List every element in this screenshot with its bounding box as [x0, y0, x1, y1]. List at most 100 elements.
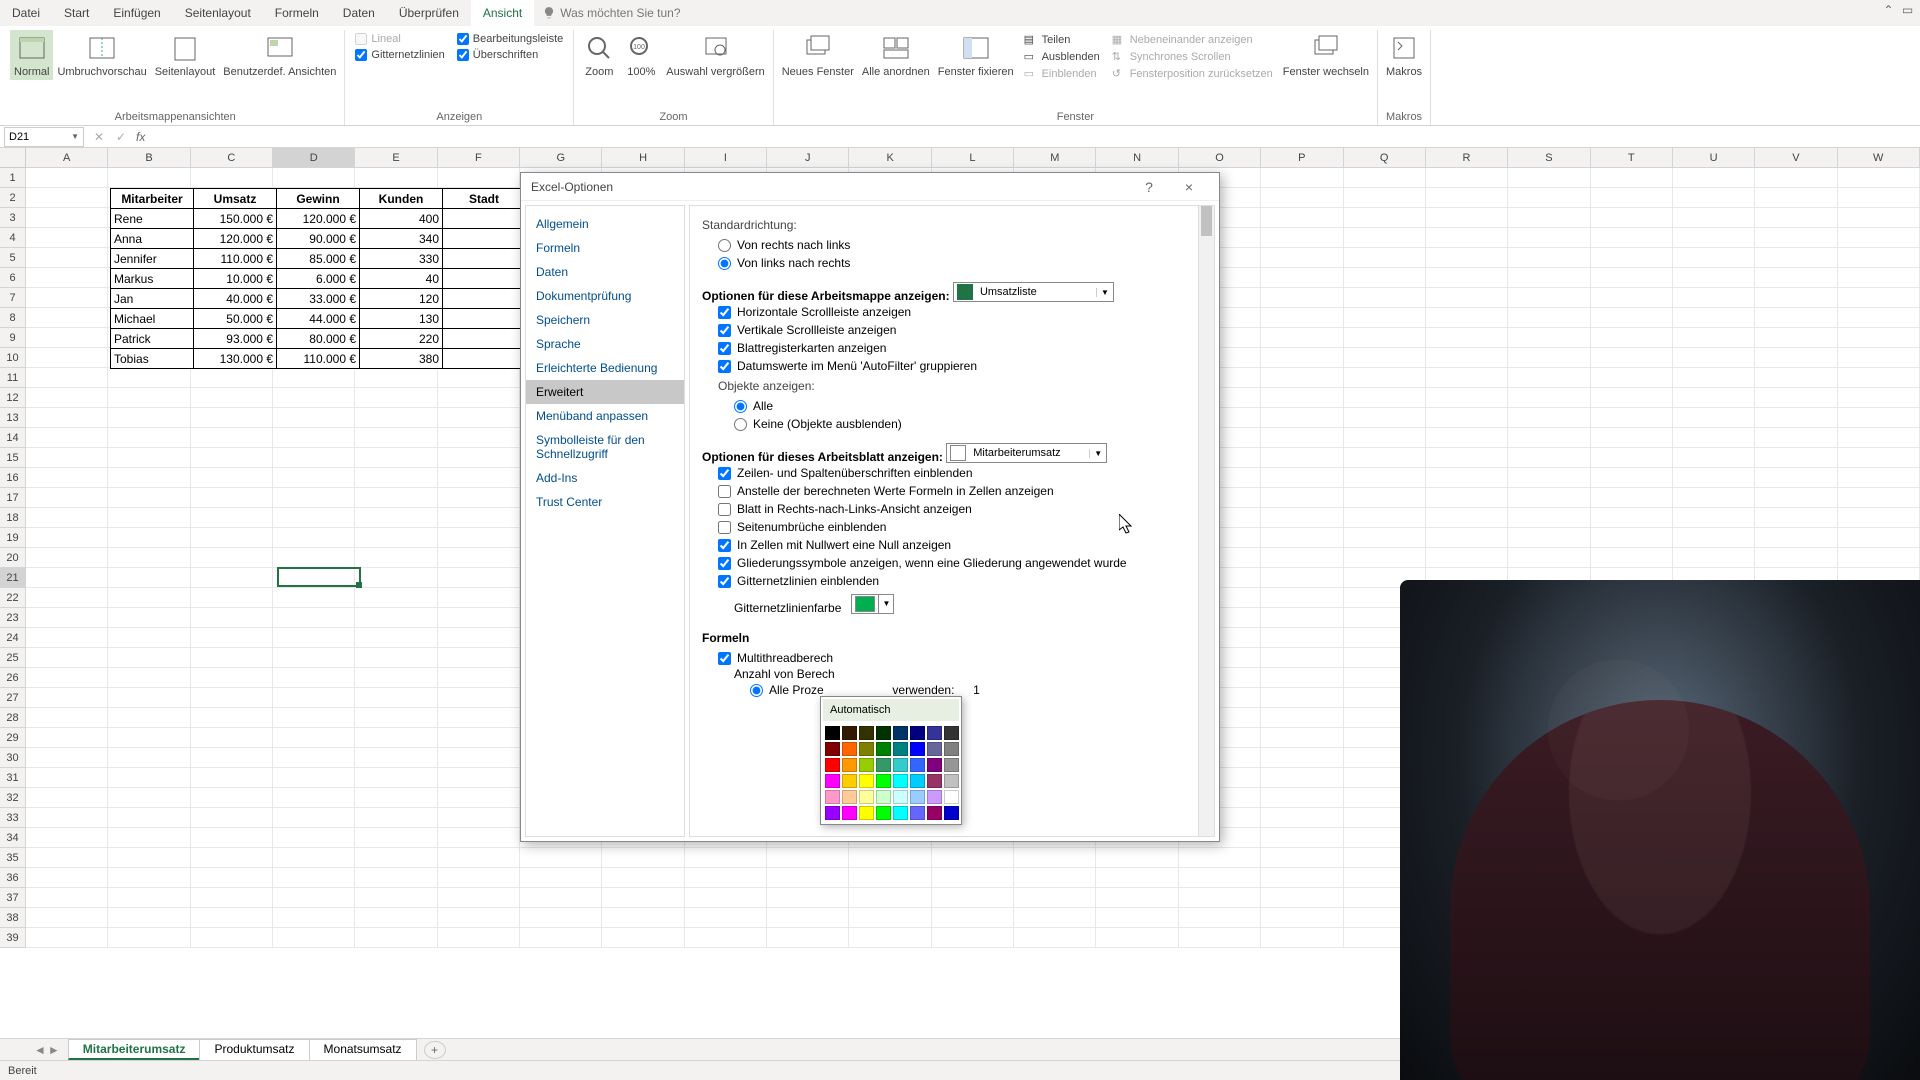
check-ws-gridlines[interactable]: Gitternetzlinien einblenden — [702, 572, 1202, 590]
row-header-18[interactable]: 18 — [0, 508, 25, 528]
col-header-E[interactable]: E — [355, 148, 437, 167]
zoom-100-button[interactable]: 100100% — [620, 30, 662, 80]
row-header-27[interactable]: 27 — [0, 688, 25, 708]
col-header-S[interactable]: S — [1508, 148, 1590, 167]
row-header-28[interactable]: 28 — [0, 708, 25, 728]
options-side-symbolleiste-für-den-schnellzugriff[interactable]: Symbolleiste für den Schnellzugriff — [526, 428, 684, 466]
col-header-T[interactable]: T — [1591, 148, 1673, 167]
dialog-titlebar[interactable]: Excel-Optionen ? × — [521, 173, 1219, 201]
row-header-10[interactable]: 10 — [0, 348, 25, 368]
col-header-V[interactable]: V — [1755, 148, 1837, 167]
arrange-all-button[interactable]: Alle anordnen — [858, 30, 934, 80]
row-header-7[interactable]: 7 — [0, 288, 25, 308]
check-ws-outline[interactable]: Gliederungssymbole anzeigen, wenn eine G… — [702, 554, 1202, 572]
dialog-scrollbar[interactable] — [1198, 206, 1214, 836]
hide-button[interactable]: ▭Ausblenden — [1022, 49, 1102, 64]
formula-accept-icon[interactable]: ✓ — [110, 130, 132, 144]
check-ws-formulas[interactable]: Anstelle der berechneten Werte Formeln i… — [702, 482, 1202, 500]
color-swatch[interactable] — [910, 774, 925, 788]
color-swatch[interactable] — [927, 726, 942, 740]
macros-button[interactable]: Makros — [1382, 30, 1426, 80]
color-swatch[interactable] — [859, 758, 874, 772]
add-sheet-button[interactable]: + — [424, 1041, 446, 1059]
color-swatch[interactable] — [859, 742, 874, 756]
col-header-Q[interactable]: Q — [1344, 148, 1426, 167]
color-swatch[interactable] — [944, 742, 959, 756]
col-header-L[interactable]: L — [932, 148, 1014, 167]
color-swatch[interactable] — [876, 726, 891, 740]
row-header-32[interactable]: 32 — [0, 788, 25, 808]
col-header-M[interactable]: M — [1014, 148, 1096, 167]
color-swatch[interactable] — [825, 774, 840, 788]
check-formula-bar[interactable]: Bearbeitungsleiste — [455, 32, 566, 46]
color-swatch[interactable] — [825, 758, 840, 772]
row-header-19[interactable]: 19 — [0, 528, 25, 548]
tab-einfuegen[interactable]: Einfügen — [101, 0, 172, 26]
sheet-next-icon[interactable]: ► — [48, 1043, 60, 1057]
options-side-trust-center[interactable]: Trust Center — [526, 490, 684, 514]
tell-me-search[interactable]: Was möchten Sie tun? — [534, 0, 688, 26]
col-header-K[interactable]: K — [849, 148, 931, 167]
radio-objects-none[interactable]: Keine (Objekte ausblenden) — [702, 415, 1202, 433]
options-side-add-ins[interactable]: Add-Ins — [526, 466, 684, 490]
color-swatch[interactable] — [876, 806, 891, 820]
options-side-formeln[interactable]: Formeln — [526, 236, 684, 260]
col-header-B[interactable]: B — [108, 148, 190, 167]
color-swatch[interactable] — [944, 790, 959, 804]
color-swatch[interactable] — [910, 790, 925, 804]
sheet-tab-2[interactable]: Monatsumsatz — [309, 1039, 417, 1060]
row-header-12[interactable]: 12 — [0, 388, 25, 408]
color-swatch[interactable] — [944, 758, 959, 772]
radio-direction-rtl[interactable]: Von rechts nach links — [702, 236, 1202, 254]
check-sheet-tabs[interactable]: Blattregisterkarten anzeigen — [702, 339, 1202, 357]
col-header-G[interactable]: G — [520, 148, 602, 167]
gridline-color-button[interactable]: ▼ — [851, 594, 894, 614]
color-swatch[interactable] — [842, 790, 857, 804]
row-header-5[interactable]: 5 — [0, 248, 25, 268]
color-swatch[interactable] — [876, 758, 891, 772]
dropdown-arrow-icon[interactable]: ▼ — [1089, 449, 1106, 458]
tab-ansicht[interactable]: Ansicht — [471, 0, 534, 26]
row-header-9[interactable]: 9 — [0, 328, 25, 348]
radio-objects-all[interactable]: Alle — [702, 397, 1202, 415]
color-swatch[interactable] — [910, 806, 925, 820]
color-swatch[interactable] — [842, 742, 857, 756]
view-custom-button[interactable]: Benutzerdef. Ansichten — [219, 30, 340, 80]
color-swatch[interactable] — [944, 726, 959, 740]
color-swatch[interactable] — [893, 726, 908, 740]
color-swatch[interactable] — [893, 758, 908, 772]
row-header-15[interactable]: 15 — [0, 448, 25, 468]
dialog-help-button[interactable]: ? — [1129, 173, 1169, 201]
col-header-O[interactable]: O — [1179, 148, 1261, 167]
dialog-close-button[interactable]: × — [1169, 173, 1209, 201]
sheet-tab-1[interactable]: Produktumsatz — [199, 1039, 309, 1060]
color-swatch[interactable] — [859, 806, 874, 820]
col-header-D[interactable]: D — [273, 148, 355, 167]
color-swatch[interactable] — [944, 806, 959, 820]
row-header-34[interactable]: 34 — [0, 828, 25, 848]
row-header-11[interactable]: 11 — [0, 368, 25, 388]
color-swatch[interactable] — [910, 758, 925, 772]
color-swatch[interactable] — [927, 742, 942, 756]
color-swatch[interactable] — [876, 742, 891, 756]
col-header-P[interactable]: P — [1261, 148, 1343, 167]
color-swatch[interactable] — [944, 774, 959, 788]
row-headers[interactable]: 1234567891011121314151617181920212223242… — [0, 168, 26, 948]
color-swatch[interactable] — [859, 726, 874, 740]
options-side-dokumentprüfung[interactable]: Dokumentprüfung — [526, 284, 684, 308]
formula-cancel-icon[interactable]: ✕ — [88, 130, 110, 144]
row-header-39[interactable]: 39 — [0, 928, 25, 948]
check-ws-page-breaks[interactable]: Seitenumbrüche einblenden — [702, 518, 1202, 536]
row-header-2[interactable]: 2 — [0, 188, 25, 208]
color-swatch[interactable] — [825, 742, 840, 756]
tab-seitenlayout[interactable]: Seitenlayout — [173, 0, 263, 26]
row-header-20[interactable]: 20 — [0, 548, 25, 568]
row-header-24[interactable]: 24 — [0, 628, 25, 648]
check-vscroll[interactable]: Vertikale Scrollleiste anzeigen — [702, 321, 1202, 339]
row-header-30[interactable]: 30 — [0, 748, 25, 768]
check-gridlines[interactable]: Gitternetzlinien — [353, 48, 446, 62]
color-swatch[interactable] — [825, 790, 840, 804]
row-header-1[interactable]: 1 — [0, 168, 25, 188]
color-swatch[interactable] — [893, 742, 908, 756]
row-header-29[interactable]: 29 — [0, 728, 25, 748]
